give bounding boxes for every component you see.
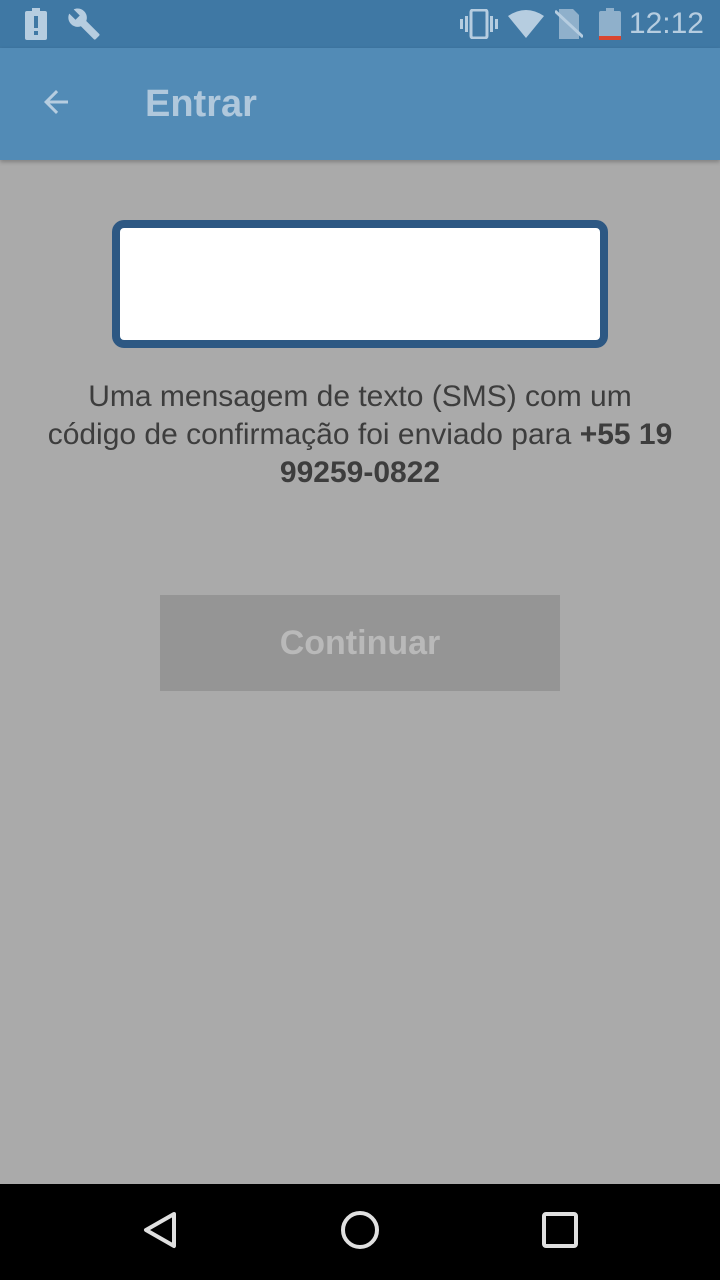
status-bar: 12:12 [0,0,720,48]
arrow-back-icon [38,84,74,125]
vibrate-icon [458,0,500,48]
status-time: 12:12 [628,7,704,40]
back-button[interactable] [24,72,88,136]
wrench-icon [64,0,104,48]
nav-home-button[interactable] [312,1184,408,1280]
back-triangle-icon [140,1210,180,1255]
sms-message-text: Uma mensagem de texto (SMS) com um códig… [47,380,632,451]
no-sim-icon [552,0,586,48]
sms-message: Uma mensagem de texto (SMS) com um códig… [40,378,680,492]
page-title: Entrar [145,83,257,125]
app-bar: Entrar [0,48,720,160]
nav-recents-button[interactable] [512,1184,608,1280]
nav-back-button[interactable] [112,1184,208,1280]
home-circle-icon [339,1209,381,1256]
navigation-bar [0,1184,720,1280]
wifi-icon [506,0,546,48]
continue-button[interactable]: Continuar [160,595,560,691]
confirmation-code-input[interactable] [120,228,600,340]
battery-low-icon [596,0,624,48]
code-input-container [112,220,608,348]
battery-alert-icon [24,0,48,48]
recents-square-icon [541,1211,579,1254]
